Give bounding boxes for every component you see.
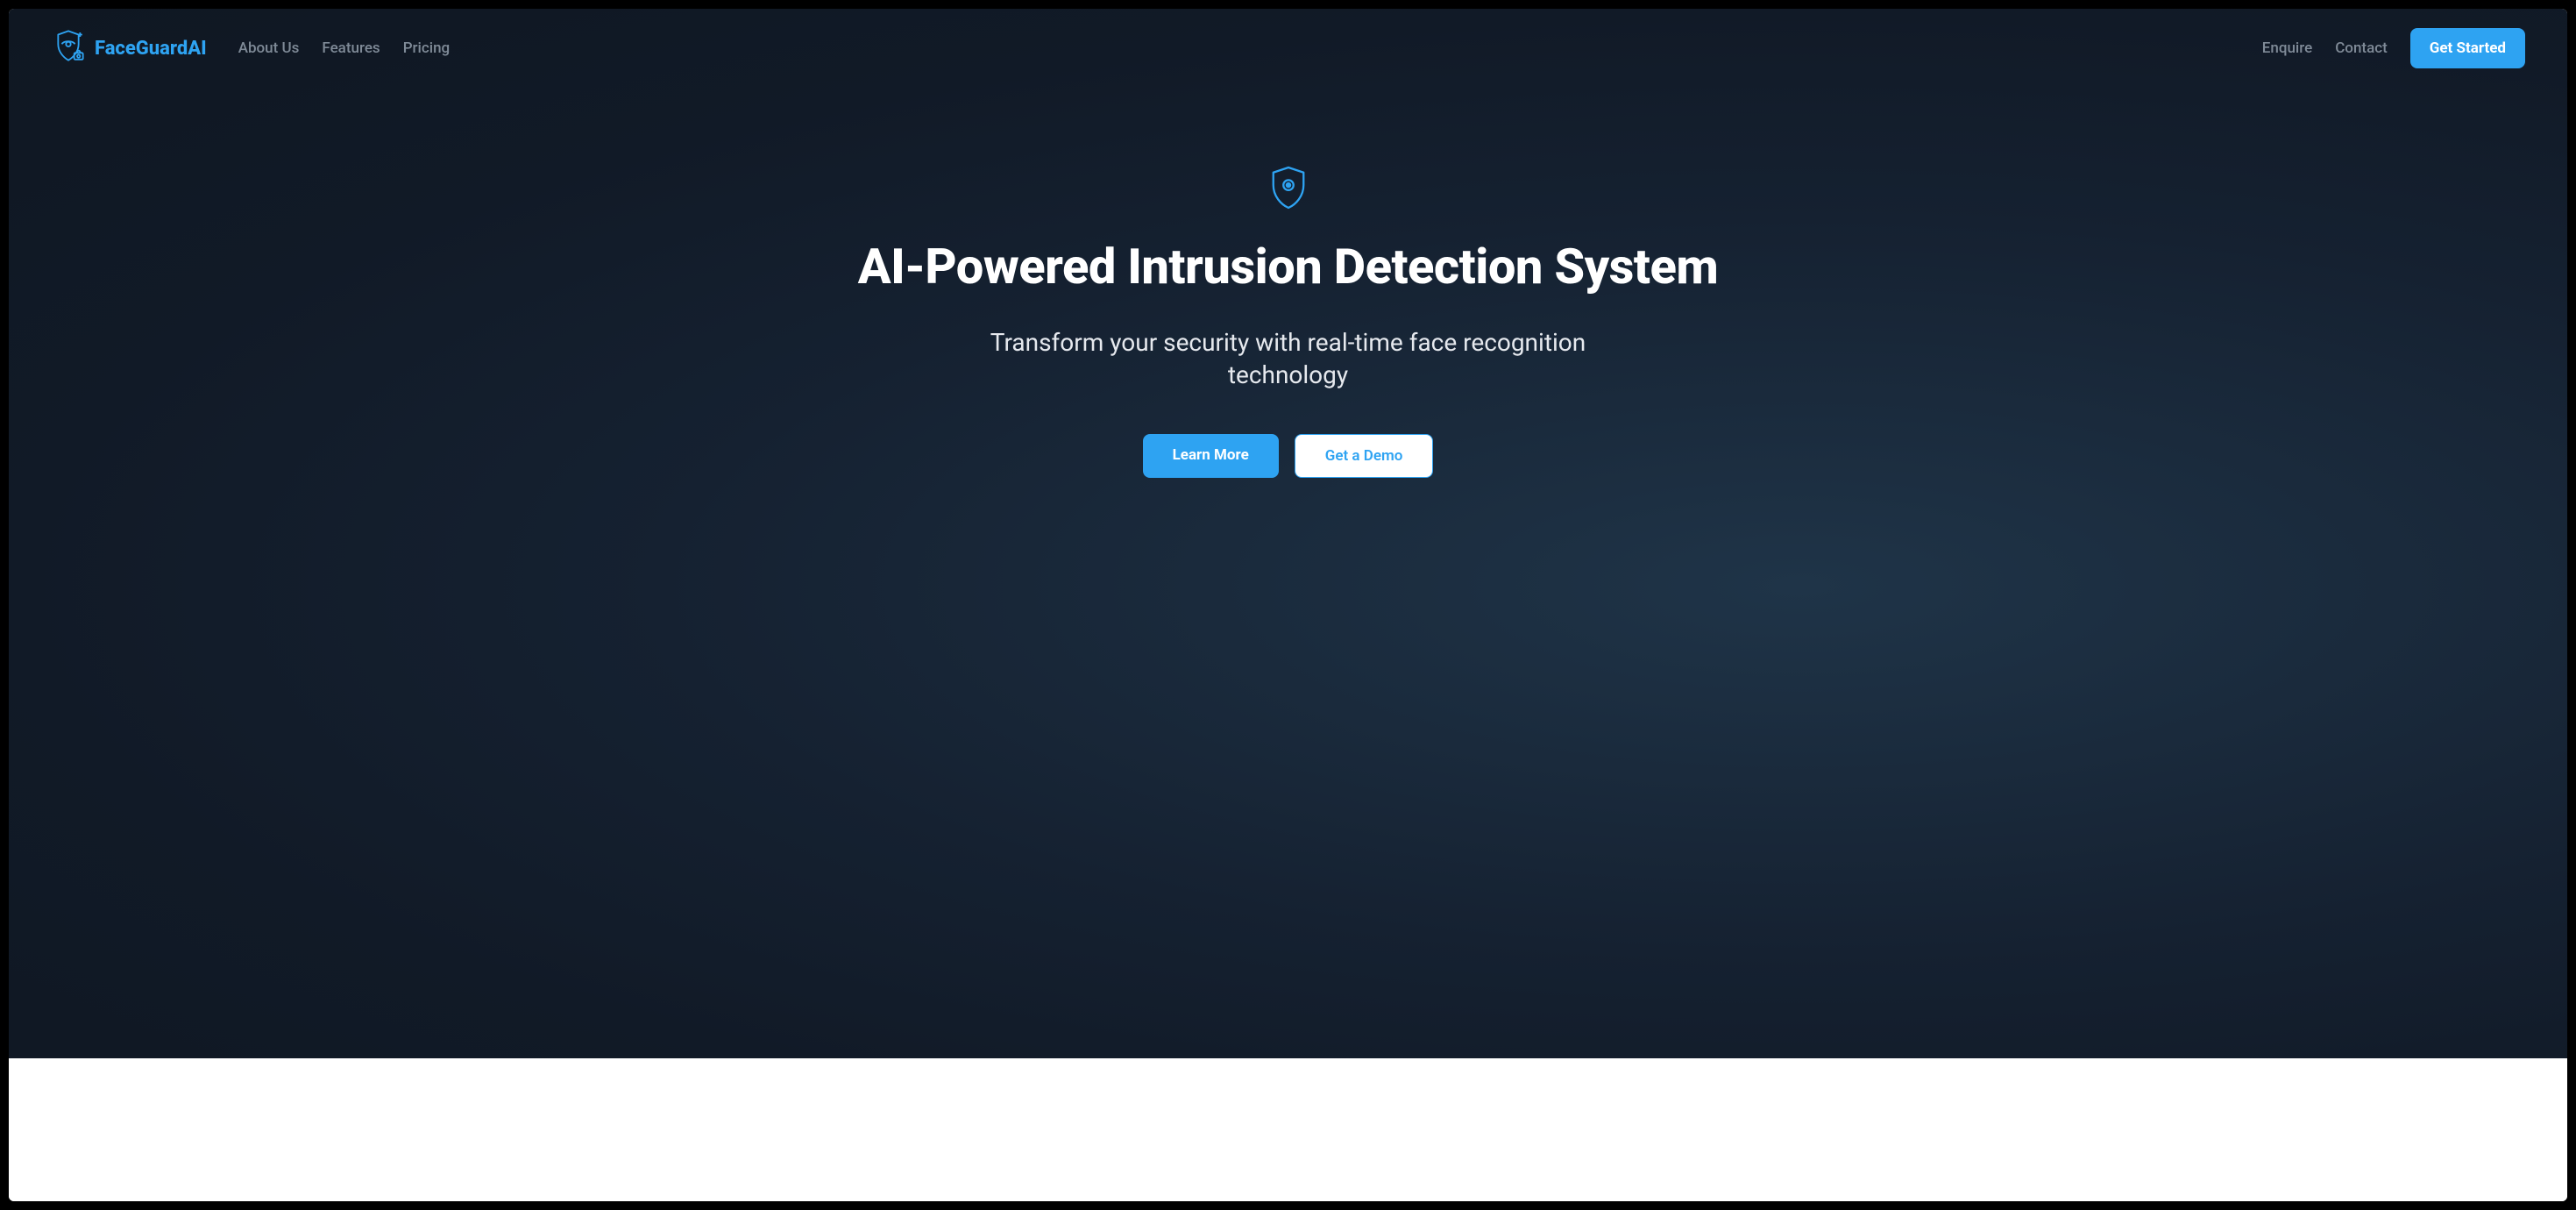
nav-features[interactable]: Features [322, 39, 380, 57]
nav-links-left: About Us Features Pricing [238, 39, 450, 57]
learn-more-button[interactable]: Learn More [1143, 434, 1279, 478]
nav-links-right: Enquire Contact Get Started [2262, 28, 2525, 68]
nav-enquire[interactable]: Enquire [2262, 39, 2312, 57]
nav-about-us[interactable]: About Us [238, 39, 300, 57]
brand-name: FaceGuardAI [95, 38, 207, 60]
brand-logo-icon [51, 28, 86, 68]
get-demo-button[interactable]: Get a Demo [1295, 434, 1434, 478]
shield-eye-icon [1268, 165, 1309, 214]
brand[interactable]: FaceGuardAI [51, 28, 207, 68]
hero-body: AI-Powered Intrusion Detection System Tr… [9, 68, 2567, 1058]
nav-pricing[interactable]: Pricing [403, 39, 451, 57]
hero-section: FaceGuardAI About Us Features Pricing En… [9, 9, 2567, 1058]
nav-contact[interactable]: Contact [2335, 39, 2388, 57]
top-nav: FaceGuardAI About Us Features Pricing En… [9, 9, 2567, 68]
hero-subtitle: Transform your security with real-time f… [973, 326, 1604, 393]
hero-title: AI-Powered Intrusion Detection System [858, 240, 1719, 295]
hero-cta-row: Learn More Get a Demo [1143, 434, 1434, 478]
below-fold-whitespace [9, 1058, 2567, 1201]
get-started-button[interactable]: Get Started [2410, 28, 2525, 68]
